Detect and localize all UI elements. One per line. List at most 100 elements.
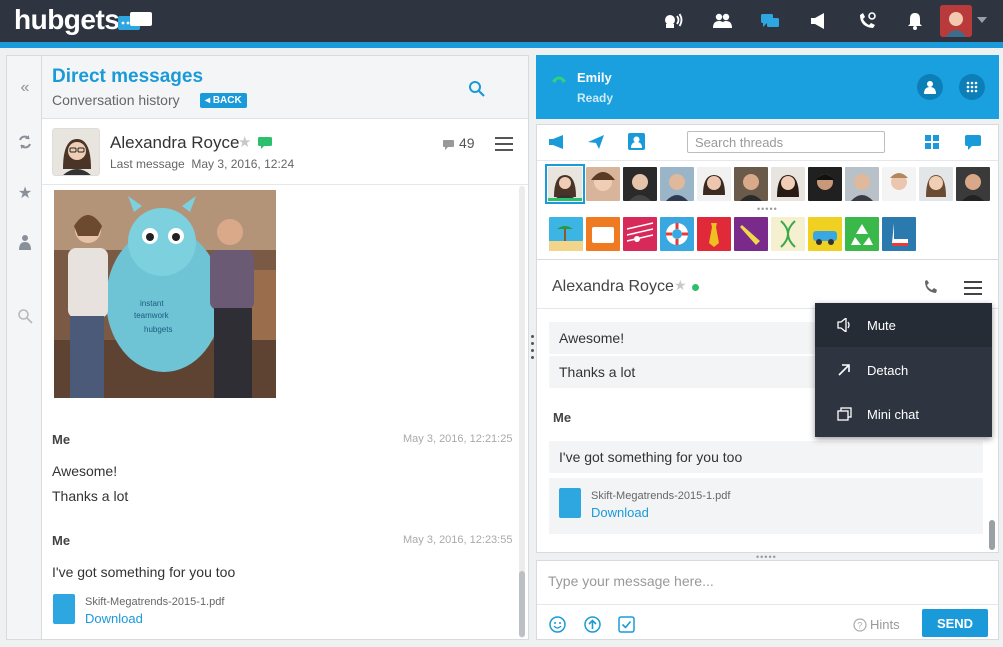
scrollbar[interactable]: [989, 520, 995, 550]
call-icon[interactable]: [923, 280, 937, 294]
menu-item-mini-chat[interactable]: Mini chat: [815, 392, 992, 436]
left-sidebar: « ★: [6, 55, 42, 640]
user-avatar[interactable]: [940, 5, 972, 37]
direct-messages-header: Direct messages Conversation history ◂ B…: [42, 56, 528, 119]
back-label: BACK: [212, 95, 242, 106]
dialpad-icon: [966, 81, 978, 93]
user-icon: [924, 81, 936, 94]
chevron-down-icon[interactable]: [977, 17, 987, 23]
phone-settings-icon[interactable]: [854, 9, 880, 33]
message-input[interactable]: Type your message here...: [537, 561, 998, 605]
compose-box: Type your message here... ? Hints SEND: [536, 560, 999, 640]
scrollbar[interactable]: [519, 571, 525, 637]
hubgets-logo[interactable]: hubgets: [14, 4, 120, 36]
thread-group-lifebuoy[interactable]: [660, 217, 694, 251]
phone-icon[interactable]: [551, 73, 567, 85]
menu-item-label: Mute: [867, 317, 896, 333]
menu-icon[interactable]: [495, 136, 513, 152]
chat-status-icon: [258, 137, 272, 149]
drag-handle[interactable]: •••••: [757, 204, 778, 214]
dialpad-button[interactable]: [959, 74, 985, 100]
message-text: Thanks a lot: [52, 488, 129, 504]
chat-bubble-icon[interactable]: [965, 135, 981, 150]
megaphone-icon[interactable]: [548, 134, 566, 150]
thread-contact[interactable]: [956, 167, 990, 201]
thread-group-beach[interactable]: [549, 217, 583, 251]
send-button[interactable]: SEND: [922, 609, 988, 637]
page-title: Direct messages: [52, 66, 204, 87]
team-icon[interactable]: [709, 9, 735, 33]
file-name: Skift-Megatrends-2015-1.pdf: [591, 490, 731, 502]
search-icon[interactable]: [15, 306, 35, 326]
menu-item-mute[interactable]: Mute: [815, 303, 992, 347]
contact-card-icon[interactable]: [628, 133, 645, 150]
thread-contact[interactable]: [623, 167, 657, 201]
thread-group-music[interactable]: [623, 217, 657, 251]
chat-options-menu: Mute Detach Mini chat: [815, 303, 992, 437]
upload-icon[interactable]: [584, 616, 601, 633]
direct-messages-panel: Direct messages Conversation history ◂ B…: [41, 55, 529, 640]
conversation-header: Alexandra Royce ★ Last message May 3, 20…: [42, 119, 528, 185]
panel-splitter[interactable]: [531, 335, 535, 359]
message-text: I've got something for you too: [52, 564, 236, 580]
thread-group-dna[interactable]: [771, 217, 805, 251]
download-link[interactable]: Download: [85, 611, 143, 626]
menu-icon[interactable]: [964, 280, 982, 296]
search-icon[interactable]: [468, 80, 486, 98]
thread-group-folder[interactable]: [586, 217, 620, 251]
emoji-icon[interactable]: [549, 616, 566, 633]
speaker-icon: [837, 318, 857, 332]
last-message-time: May 3, 2016, 12:24: [191, 157, 295, 171]
thread-contact[interactable]: [919, 167, 953, 201]
thread-contact[interactable]: [808, 167, 842, 201]
hints-link[interactable]: ? Hints: [853, 617, 900, 632]
thread-contact[interactable]: [845, 167, 879, 201]
star-icon[interactable]: ★: [674, 277, 687, 294]
message-time: May 3, 2016, 12:21:25: [403, 433, 513, 445]
megaphone-icon[interactable]: [806, 9, 832, 33]
shared-photo[interactable]: instant teamwork hubgets: [54, 190, 276, 398]
thread-contact[interactable]: [586, 167, 620, 201]
thread-contact[interactable]: [697, 167, 731, 201]
arrow-out-icon: [837, 363, 857, 377]
thread-group-recycle[interactable]: [845, 217, 879, 251]
page-subtitle: Conversation history: [52, 92, 180, 108]
thread-group-car[interactable]: [808, 217, 842, 251]
thread-group-bottle[interactable]: [734, 217, 768, 251]
thread-contact[interactable]: [734, 167, 768, 201]
send-icon[interactable]: [587, 134, 605, 150]
star-icon[interactable]: ★: [15, 183, 35, 203]
thread-contact[interactable]: [660, 167, 694, 201]
chat-message: Thanks a lot: [549, 356, 839, 388]
contacts-icon[interactable]: [15, 232, 35, 252]
thread-group-skate[interactable]: [882, 217, 916, 251]
star-icon[interactable]: ★: [238, 133, 251, 151]
download-link[interactable]: Download: [591, 505, 649, 520]
top-bar: hubgets: [0, 0, 1003, 42]
avatar[interactable]: [52, 128, 100, 176]
thread-contact[interactable]: [771, 167, 805, 201]
pdf-file-icon: [53, 594, 75, 624]
online-status-dot: [692, 284, 699, 291]
back-button[interactable]: ◂ BACK: [200, 93, 247, 108]
thread-group-tie[interactable]: [697, 217, 731, 251]
last-message: Last message May 3, 2016, 12:24: [110, 157, 294, 171]
svg-text:teamwork: teamwork: [134, 311, 170, 320]
bell-icon[interactable]: [902, 9, 928, 33]
message-sender: Me: [553, 410, 572, 425]
menu-item-detach[interactable]: Detach: [815, 348, 992, 392]
message-text: Awesome!: [52, 463, 118, 479]
message-count: 49: [459, 135, 475, 151]
chat-icon[interactable]: [757, 9, 783, 33]
refresh-icon[interactable]: [15, 132, 35, 152]
grid-icon[interactable]: [925, 135, 939, 149]
collapse-icon[interactable]: «: [15, 78, 35, 98]
thread-contact[interactable]: [882, 167, 916, 201]
search-threads-input[interactable]: Search threads: [687, 131, 885, 153]
task-icon[interactable]: [618, 616, 635, 633]
voice-icon[interactable]: [660, 9, 686, 33]
thread-contact-selected[interactable]: [545, 164, 585, 204]
transfer-button[interactable]: [917, 74, 943, 100]
chat-message: I've got something for you too: [549, 441, 983, 473]
help-icon: ?: [853, 617, 867, 632]
